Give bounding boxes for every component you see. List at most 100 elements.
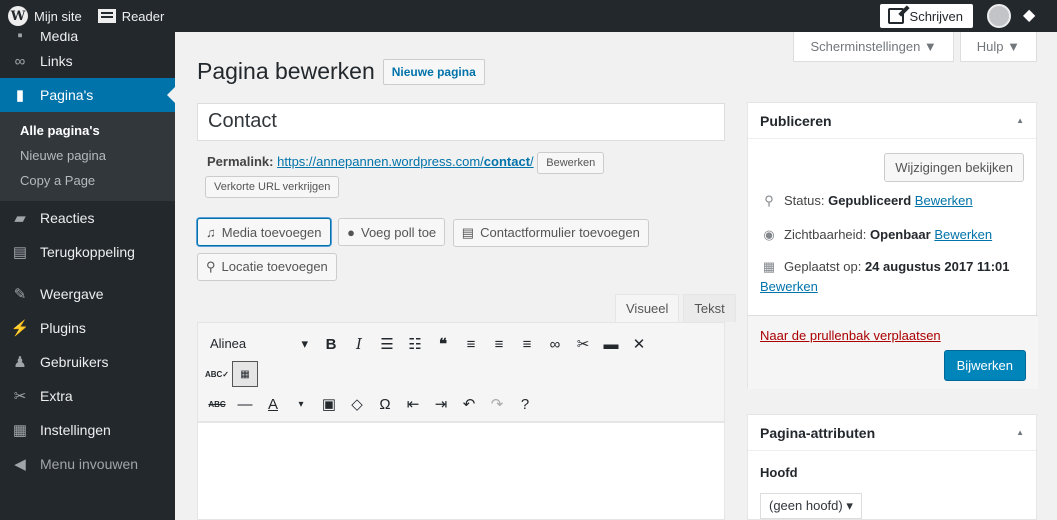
read-more-icon[interactable]: ▬ xyxy=(598,331,624,357)
toolbar-toggle-icon[interactable]: ▦ xyxy=(232,361,258,387)
special-character-icon[interactable]: Ω xyxy=(372,391,398,417)
unlink-icon[interactable]: ✂ xyxy=(570,331,596,357)
edit-visibility-link[interactable]: Bewerken xyxy=(934,227,992,242)
publish-box: Publiceren ▲ Wijzigingen bekijken ⚲ Statu… xyxy=(747,102,1038,389)
reader-menu[interactable]: Reader xyxy=(90,0,173,32)
help-tab[interactable]: Hulp ▼ xyxy=(959,32,1037,62)
submenu-copy-page[interactable]: Copy a Page xyxy=(0,168,175,193)
bold-icon[interactable]: B xyxy=(318,331,344,357)
published-value: 24 augustus 2017 11:01 xyxy=(864,259,1010,274)
horizontal-line-icon[interactable]: — xyxy=(232,391,258,417)
chevron-down-icon: ▾ xyxy=(301,336,308,351)
permalink-box: Permalink: https://annepannen.wordpress.… xyxy=(205,150,727,198)
my-site-menu[interactable]: W Mijn site xyxy=(0,0,90,32)
edit-status-link[interactable]: Bewerken xyxy=(915,193,973,208)
text-color-icon[interactable]: A xyxy=(260,391,286,417)
edit-date-link[interactable]: Bewerken xyxy=(760,279,818,294)
sidebar-item-label: Extra xyxy=(40,388,73,404)
get-shortlink-button[interactable]: Verkorte URL verkrijgen xyxy=(205,175,340,198)
sidebar-item-comments[interactable]: ▰ Reacties xyxy=(0,201,175,235)
sidebar-item-tools[interactable]: ✂ Extra xyxy=(0,379,175,413)
publish-box-header[interactable]: Publiceren ▲ xyxy=(748,103,1036,139)
status-row: ⚲ Status: Gepubliceerd Bewerken xyxy=(760,191,1030,211)
new-page-button[interactable]: Nieuwe pagina xyxy=(382,58,485,85)
comments-icon: ▰ xyxy=(14,210,26,227)
page-attributes-header[interactable]: Pagina-attributen ▲ xyxy=(748,415,1036,451)
tab-text[interactable]: Tekst xyxy=(683,294,736,322)
permalink-link[interactable]: https://annepannen.wordpress.com/contact… xyxy=(277,154,534,169)
post-title-input[interactable]: Contact xyxy=(197,103,725,141)
sidebar-item-label: Gebruikers xyxy=(40,354,109,370)
add-contact-form-button[interactable]: ▤ Contactformulier toevoegen xyxy=(452,218,649,247)
settings-icon: ▦ xyxy=(12,422,28,439)
redo-icon[interactable]: ↷ xyxy=(484,391,510,417)
media-icon: ♫ xyxy=(206,224,216,240)
fullscreen-icon[interactable]: ✕ xyxy=(626,331,652,357)
sidebar-item-plugins[interactable]: ⚡ Plugins xyxy=(0,311,175,345)
spellcheck-icon[interactable]: ABC✓ xyxy=(204,361,230,387)
write-button[interactable]: Schrijven xyxy=(879,4,973,28)
format-select[interactable]: Alinea ▾ xyxy=(204,336,314,352)
align-right-icon[interactable]: ≡ xyxy=(514,331,540,357)
users-icon: ♟ xyxy=(13,354,27,371)
submenu-all-pages[interactable]: Alle pagina's xyxy=(0,118,175,143)
chevron-down-icon[interactable]: ▾ xyxy=(288,391,314,417)
add-location-button[interactable]: ⚲ Locatie toevoegen xyxy=(197,252,337,281)
screen-options-tab[interactable]: Scherminstellingen ▼ xyxy=(793,32,954,62)
strikethrough-icon[interactable]: ABC xyxy=(204,391,230,417)
undo-icon[interactable]: ↶ xyxy=(456,391,482,417)
submenu-new-page[interactable]: Nieuwe pagina xyxy=(0,143,175,168)
sidebar-item-label: Links xyxy=(40,53,73,69)
align-center-icon[interactable]: ≡ xyxy=(486,331,512,357)
update-button[interactable]: Bijwerken xyxy=(943,350,1026,381)
add-poll-button[interactable]: ● Voeg poll toe xyxy=(338,218,446,246)
status-value: Gepubliceerd xyxy=(828,193,912,208)
bullet-list-icon[interactable]: ☰ xyxy=(374,331,400,357)
align-left-icon[interactable]: ≡ xyxy=(458,331,484,357)
page-attributes-title: Pagina-attributen xyxy=(760,424,876,441)
media-icon: ▪ xyxy=(17,32,23,44)
preview-changes-button[interactable]: Wijzigingen bekijken xyxy=(884,153,1024,182)
sidebar-item-appearance[interactable]: ✎ Weergave xyxy=(0,277,175,311)
collapse-arrow-icon[interactable]: ▲ xyxy=(1016,116,1024,125)
sidebar-collapse-menu[interactable]: ◀ Menu invouwen xyxy=(0,447,175,481)
sidebar-item-label: Pagina's xyxy=(40,87,94,103)
contact-form-icon: ▤ xyxy=(461,224,475,240)
wordpress-logo-icon: W xyxy=(8,6,28,26)
outdent-icon[interactable]: ⇤ xyxy=(400,391,426,417)
sidebar-item-links[interactable]: ∞ Links xyxy=(0,44,175,78)
add-media-button[interactable]: ♫ Media toevoegen xyxy=(197,218,331,246)
paste-text-icon[interactable]: ▣ xyxy=(316,391,342,417)
sidebar-item-settings[interactable]: ▦ Instellingen xyxy=(0,413,175,447)
write-label: Schrijven xyxy=(909,8,963,24)
permalink-label: Permalink: xyxy=(207,154,274,169)
sidebar-item-label: Weergave xyxy=(40,286,104,302)
italic-icon[interactable]: I xyxy=(346,331,372,357)
sidebar-item-label: Instellingen xyxy=(40,422,111,438)
editor-content-area[interactable] xyxy=(197,422,725,520)
pages-submenu: Alle pagina's Nieuwe pagina Copy a Page xyxy=(0,112,175,201)
published-date-row: ▦ Geplaatst op: 24 augustus 2017 11:01 Bew… xyxy=(760,257,1030,297)
blockquote-icon[interactable]: ❝ xyxy=(430,331,456,357)
format-select-value: Alinea xyxy=(210,336,247,351)
numbered-list-icon[interactable]: ☷ xyxy=(402,331,428,357)
tab-visual[interactable]: Visueel xyxy=(615,294,680,322)
parent-select[interactable]: (geen hoofd) ▾ xyxy=(760,493,862,519)
clear-formatting-icon[interactable]: ◇ xyxy=(344,391,370,417)
edit-permalink-button[interactable]: Bewerken xyxy=(537,151,605,174)
avatar[interactable] xyxy=(987,4,1011,28)
add-location-label: Locatie toevoegen xyxy=(221,259,328,274)
help-icon[interactable]: ? xyxy=(512,391,538,417)
admin-bar: W Mijn site Reader Schrijven ◆ xyxy=(0,0,1057,32)
move-to-trash-link[interactable]: Naar de prullenbak verplaatsen xyxy=(760,328,941,343)
sidebar-item-media[interactable]: ▪ Media xyxy=(0,32,175,44)
add-media-label: Media toevoegen xyxy=(221,224,322,240)
sidebar-item-feedback[interactable]: ▤ Terugkoppeling xyxy=(0,235,175,269)
sidebar-item-users[interactable]: ♟ Gebruikers xyxy=(0,345,175,379)
insert-link-icon[interactable]: ∞ xyxy=(542,331,568,357)
admin-sidebar: ▪ Media ∞ Links ▮ Pagina's Alle pagina's… xyxy=(0,32,175,520)
collapse-arrow-icon[interactable]: ▲ xyxy=(1016,428,1024,437)
indent-icon[interactable]: ⇥ xyxy=(428,391,454,417)
sidebar-item-pages[interactable]: ▮ Pagina's xyxy=(0,78,175,112)
notifications-icon[interactable]: ◆ xyxy=(1023,7,1041,25)
